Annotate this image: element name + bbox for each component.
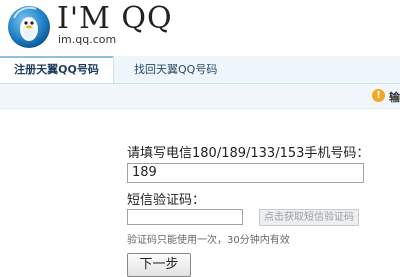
tab-register[interactable]: 注册天翼QQ号码 [0,56,114,83]
tab-bar: 注册天翼QQ号码 找回天翼QQ号码 [0,56,400,84]
brand-name: I'M QQ [57,1,173,36]
code-label: 短信验证码： [127,193,206,208]
phone-label: 请填写电信180/189/133/153手机号码： [127,146,370,161]
get-sms-code-button[interactable]: 点击获取短信验证码 [259,209,359,226]
phone-input[interactable]: 189 [127,163,364,183]
notice-text: 输 [389,91,400,104]
header: I'M QQ im.qq.com [0,0,400,52]
warning-icon: ! [372,89,385,102]
code-hint: 验证码只能使用一次，30分钟内有效 [127,235,290,246]
qq-penguin-icon [8,6,50,48]
code-input[interactable] [127,209,243,225]
brand-url: im.qq.com [58,33,117,46]
notice-bar: ! 输 [0,84,400,109]
tab-recover[interactable]: 找回天翼QQ号码 [134,56,217,83]
next-button[interactable]: 下一步 [127,253,191,277]
